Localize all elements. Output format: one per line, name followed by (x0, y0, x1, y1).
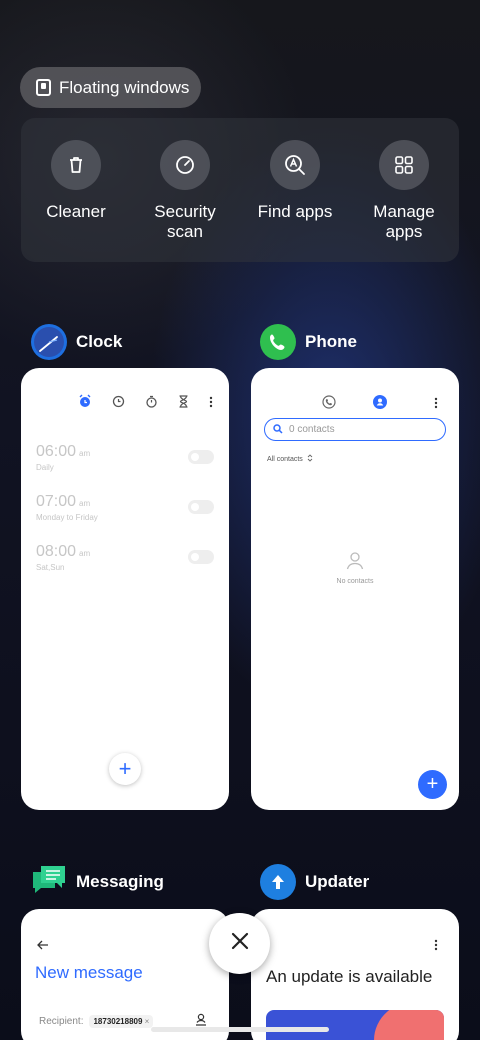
alarm-time: 06:00 (36, 443, 77, 460)
add-alarm-button[interactable]: + (109, 753, 141, 785)
updater-app-card[interactable]: An update is available (251, 909, 459, 1040)
alarm-tab-icon[interactable] (78, 394, 92, 413)
alarm-repeat: Daily (36, 463, 54, 472)
close-icon (231, 932, 249, 955)
security-scan-button[interactable]: Security scan (130, 140, 240, 242)
clock-app-header[interactable]: Clock (31, 324, 122, 360)
find-apps-icon (270, 140, 320, 190)
alarm-ampm: am (79, 499, 91, 508)
plus-icon: + (118, 756, 132, 781)
find-apps-label: Find apps (257, 202, 333, 221)
more-options-icon[interactable] (209, 395, 213, 413)
messaging-app-icon (31, 864, 67, 900)
security-scan-icon (160, 140, 210, 190)
cleaner-button[interactable]: Cleaner (21, 140, 131, 222)
updater-app-name: Updater (305, 872, 370, 891)
grid-icon (379, 140, 429, 190)
alarm-time: 07:00 (36, 493, 77, 510)
back-arrow-icon[interactable] (37, 937, 49, 955)
alarm-ampm: am (79, 449, 91, 458)
clock-tab-icon[interactable] (112, 395, 125, 413)
alarm-item[interactable]: 06:00 am Daily (36, 443, 90, 472)
phone-app-name: Phone (305, 332, 357, 351)
search-icon (273, 421, 283, 439)
find-apps-button[interactable]: Find apps (240, 140, 350, 222)
no-contacts-label: No contacts (336, 578, 374, 585)
contacts-tab-icon[interactable] (373, 395, 387, 414)
alarm-item[interactable]: 08:00 am Sat,Sun (36, 543, 90, 572)
update-available-title: An update is available (266, 967, 433, 986)
updater-app-icon (260, 864, 296, 900)
clock-app-icon (31, 324, 67, 360)
recipient-label: Recipient: (39, 1016, 84, 1027)
alarm-repeat: Monday to Friday (36, 513, 98, 522)
clock-app-name: Clock (76, 332, 123, 351)
clear-all-button[interactable] (209, 913, 270, 974)
messaging-app-name: Messaging (76, 872, 164, 891)
person-icon (345, 550, 365, 575)
alarm-repeat: Sat,Sun (36, 563, 65, 572)
manage-apps-button[interactable]: Manage apps (349, 140, 459, 242)
plus-icon: + (426, 773, 439, 795)
messaging-app-header[interactable]: Messaging (31, 864, 164, 900)
filter-label: All contacts (267, 455, 303, 463)
recipient-value: 18730218809 (93, 1017, 143, 1026)
phone-app-header[interactable]: Phone (260, 324, 357, 360)
alarm-toggle[interactable] (188, 450, 214, 464)
contacts-filter-dropdown[interactable]: All contacts (267, 454, 313, 464)
contacts-search-input[interactable]: 0 contacts (264, 418, 446, 441)
call-log-tab-icon[interactable] (322, 395, 336, 414)
timer-tab-icon[interactable] (178, 394, 189, 413)
phone-app-icon (260, 324, 296, 360)
more-options-icon[interactable] (434, 938, 438, 956)
floating-window-icon (36, 79, 51, 96)
update-banner-image (266, 1010, 444, 1040)
trash-icon (51, 140, 101, 190)
messaging-app-card[interactable]: New message Recipient: 18730218809 × (21, 909, 229, 1040)
clock-app-card[interactable]: 06:00 am Daily 07:00 am Monday to Friday 0… (21, 368, 229, 810)
updater-app-header[interactable]: Updater (260, 864, 369, 900)
recipient-field[interactable]: Recipient: 18730218809 × (39, 1015, 154, 1028)
add-contact-button[interactable]: + (418, 770, 447, 799)
security-scan-label: Security scan (154, 202, 216, 241)
alarm-item[interactable]: 07:00 am Monday to Friday (36, 493, 98, 522)
search-placeholder: 0 contacts (289, 424, 335, 435)
alarm-time: 08:00 (36, 543, 77, 560)
home-gesture-bar[interactable] (151, 1027, 329, 1032)
floating-windows-label: Floating windows (59, 77, 190, 97)
new-message-title: New message (35, 963, 143, 982)
phone-app-card[interactable]: 0 contacts All contacts No contacts + (251, 368, 459, 810)
alarm-ampm: am (79, 549, 91, 558)
more-options-icon[interactable] (434, 396, 438, 414)
recipient-chip[interactable]: 18730218809 × (89, 1015, 154, 1028)
manage-apps-label: Manage apps (373, 202, 435, 241)
alarm-toggle[interactable] (188, 500, 214, 514)
alarm-toggle[interactable] (188, 550, 214, 564)
cleaner-label: Cleaner (46, 202, 106, 221)
quick-tools-panel: Cleaner Security scan Find apps Manage a… (21, 118, 459, 262)
stopwatch-tab-icon[interactable] (145, 395, 158, 413)
clock-tab-bar (78, 394, 213, 413)
floating-windows-button[interactable]: Floating windows (20, 67, 201, 108)
chevron-up-down-icon (307, 454, 313, 464)
chip-close-icon[interactable]: × (145, 1017, 150, 1026)
